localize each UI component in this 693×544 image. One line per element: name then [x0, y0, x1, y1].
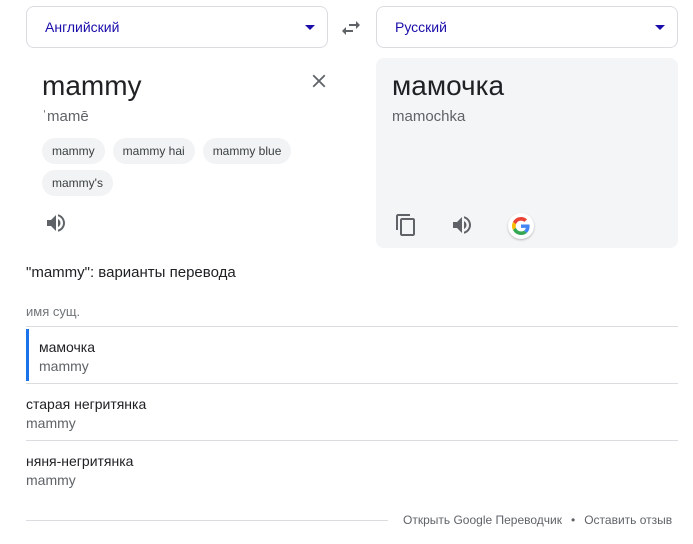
variants-list: мамочка mammy старая негритянка mammy ня… [26, 326, 678, 497]
variant-back-translation: mammy [39, 358, 89, 374]
variant-word: старая негритянка [26, 396, 147, 412]
variant-back-translation: mammy [26, 415, 76, 431]
target-language-select[interactable]: Русский [376, 6, 678, 48]
footer-divider [26, 520, 388, 521]
speaker-icon[interactable] [44, 211, 68, 235]
footer-separator: • [571, 513, 576, 527]
part-of-speech-label: имя сущ. [26, 304, 81, 319]
feedback-link[interactable]: Оставить отзыв [584, 513, 672, 527]
suggestion-chip[interactable]: mammy's [42, 170, 113, 196]
list-item[interactable]: няня-негритянка mammy [26, 440, 678, 497]
chevron-down-icon [305, 25, 315, 30]
source-text[interactable]: mammy [42, 70, 142, 102]
source-language-select[interactable]: Английский [26, 6, 328, 48]
list-item[interactable]: старая негритянка mammy [26, 383, 678, 440]
suggestion-chip[interactable]: mammy [42, 138, 105, 164]
translation-transliteration: mamochka [392, 108, 466, 125]
suggestion-chip[interactable]: mammy hai [112, 138, 195, 164]
source-panel: mammy ˈmamē mammy mammy hai mammy blue m… [26, 58, 328, 248]
suggestion-chip[interactable]: mammy blue [202, 138, 292, 164]
footer: Открыть Google Переводчик • Оставить отзыв [403, 513, 693, 527]
google-translate-icon[interactable] [508, 213, 534, 239]
list-item[interactable]: мамочка mammy [26, 326, 678, 383]
target-language-label: Русский [395, 19, 447, 35]
open-google-translate-link[interactable]: Открыть Google Переводчик [403, 513, 562, 527]
chevron-down-icon [655, 25, 665, 30]
google-logo-icon [512, 217, 530, 235]
source-language-label: Английский [45, 19, 120, 35]
swap-languages-icon[interactable] [339, 16, 363, 40]
variant-word: мамочка [39, 339, 96, 355]
translation-text: мамочка [392, 70, 505, 101]
source-phonetic: ˈmamē [42, 108, 89, 125]
speaker-icon[interactable] [450, 213, 474, 237]
variant-back-translation: mammy [26, 472, 76, 488]
target-panel: мамочка mamochka [376, 58, 678, 248]
copy-icon[interactable] [394, 213, 418, 237]
variant-word: няня-негритянка [26, 453, 134, 469]
variants-title: "mammy": варианты перевода [26, 264, 236, 281]
suggestion-chips: mammy mammy hai mammy blue mammy's [42, 138, 312, 196]
close-icon[interactable] [308, 70, 330, 92]
